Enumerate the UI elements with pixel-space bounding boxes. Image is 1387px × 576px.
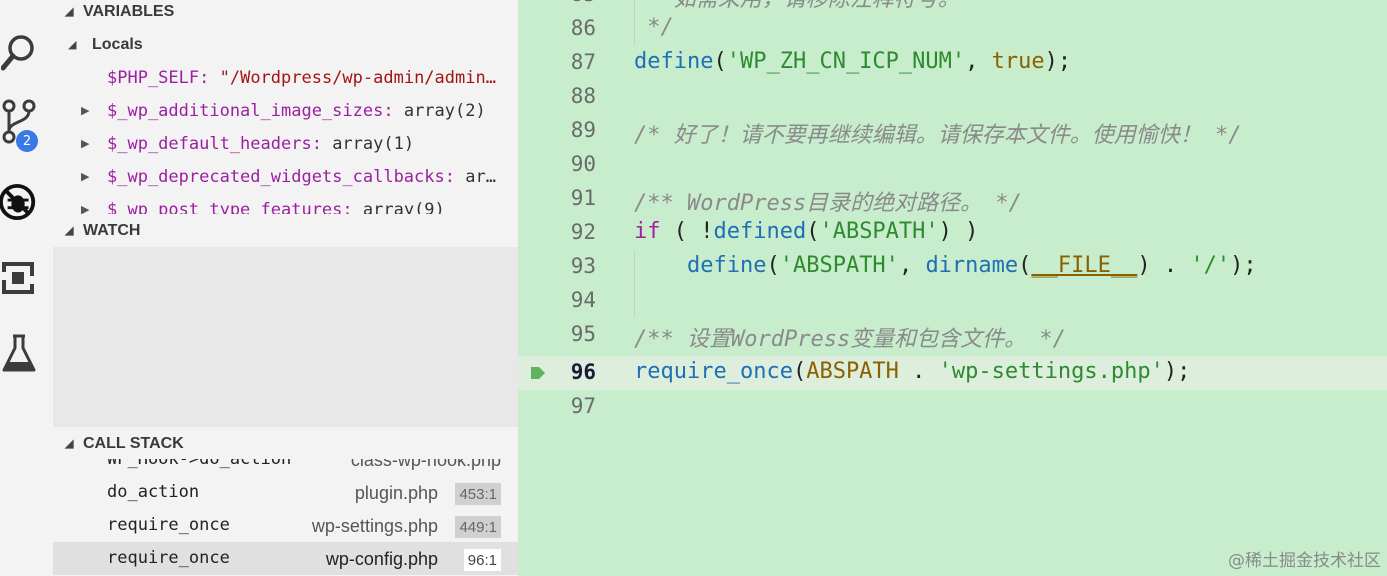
line-number: 92 (570, 220, 596, 244)
indent-guide (634, 284, 635, 318)
stack-frame[interactable]: WP_Hook->do_action class-wp-hook.php (53, 459, 518, 476)
variable-row[interactable]: ▶ $_wp_additional_image_sizes: array(2) (53, 94, 518, 127)
call-stack-section-header[interactable]: ◢ CALL STACK (53, 429, 518, 459)
call-stack-header-label: CALL STACK (83, 435, 184, 452)
stack-frame[interactable]: require_once wp-settings.php 449:1 (53, 509, 518, 542)
line-number: 90 (570, 152, 596, 176)
line-code: /** 设置WordPress变量和包含文件。 */ (634, 327, 1066, 352)
frame-position: 449:1 (455, 516, 501, 538)
frame-function: do_action (107, 482, 200, 502)
variables-section-header[interactable]: ◢ VARIABLES (53, 0, 518, 27)
line-number: 96 (570, 360, 596, 384)
line-number: 85 (518, 0, 596, 6)
scm-badge: 2 (16, 130, 38, 152)
line-number: 97 (570, 394, 596, 418)
chevron-right-icon[interactable]: ▶ (81, 170, 89, 183)
variable-row[interactable]: ▶ $_wp_deprecated_widgets_callbacks: ar… (53, 160, 518, 193)
line-code: /** WordPress目录的绝对路径。 */ (634, 191, 1022, 216)
code-line[interactable]: 85 * 如需采用，请移除注释符号。 (518, 0, 1387, 12)
variables-header-label: VARIABLES (83, 3, 175, 20)
code-line[interactable]: 89 /* 好了！请不要再继续编辑。请保存本文件。使用愉快！ */ (518, 114, 1387, 148)
chevron-right-icon[interactable]: ▶ (81, 104, 89, 117)
call-stack-list: WP_Hook->do_action class-wp-hook.php do_… (53, 459, 518, 576)
variable-entry: $PHP_SELF: "/Wordpress/wp-admin/admin… (107, 67, 496, 88)
line-number: 88 (570, 84, 596, 108)
frame-file: wp-settings.php (311, 516, 438, 536)
frame-file: plugin.php (354, 483, 438, 503)
frame-position: 96:1 (463, 549, 501, 571)
extensions-icon[interactable] (0, 256, 38, 300)
chevron-down-icon: ◢ (65, 6, 74, 18)
line-code: */ (634, 15, 674, 40)
line-number: 93 (570, 254, 596, 278)
variable-entry: $_wp_default_headers: array(1) (107, 133, 415, 154)
debug-icon[interactable] (0, 180, 38, 224)
chevron-down-icon: ◢ (65, 438, 74, 450)
variable-entry: $_wp_deprecated_widgets_callbacks: ar… (107, 166, 496, 187)
code-line[interactable]: 90 (518, 148, 1387, 182)
flask-icon[interactable] (0, 332, 38, 376)
code-line[interactable]: 86 */ (518, 12, 1387, 46)
frame-function: require_once (107, 548, 230, 568)
activity-bar: 2 (0, 0, 53, 576)
chevron-down-icon: ◢ (65, 225, 74, 237)
variable-row[interactable]: ▶ $_wp_default_headers: array(1) (53, 127, 518, 160)
frame-position: 453:1 (455, 483, 501, 505)
variable-entry: $_wp_additional_image_sizes: array(2) (107, 100, 486, 121)
stack-frame-selected[interactable]: require_once wp-config.php 96:1 (53, 542, 518, 575)
code-line[interactable]: 95 /** 设置WordPress变量和包含文件。 */ (518, 318, 1387, 352)
search-icon[interactable] (0, 30, 38, 74)
watch-header-label: WATCH (83, 222, 141, 239)
frame-file: wp-config.php (325, 549, 438, 569)
line-number: 91 (570, 186, 596, 210)
line-code: if ( !defined('ABSPATH') ) (634, 219, 979, 244)
line-number: 86 (570, 16, 596, 40)
watermark: @稀土掘金技术社区 (1228, 551, 1381, 571)
code-line[interactable]: 94 (518, 284, 1387, 318)
stack-frame[interactable]: do_action plugin.php 453:1 (53, 476, 518, 509)
code-line[interactable]: 87 define('WP_ZH_CN_ICP_NUM', true); (518, 46, 1387, 80)
locals-scope[interactable]: ◢ Locals (53, 28, 518, 61)
variable-row[interactable]: ▶ $_wp_post_type_features: array(9) (53, 193, 518, 215)
locals-label: Locals (92, 35, 143, 53)
line-code: require_once(ABSPATH . 'wp-settings.php'… (634, 359, 1191, 384)
chevron-right-icon[interactable]: ▶ (81, 203, 89, 214)
frame-function: require_once (107, 515, 230, 535)
watch-section-header[interactable]: ◢ WATCH (53, 216, 518, 246)
code-line-current[interactable]: 96 require_once(ABSPATH . 'wp-settings.p… (518, 356, 1387, 390)
frame-function: WP_Hook->do_action (107, 459, 292, 469)
code-line[interactable]: 91 /** WordPress目录的绝对路径。 */ (518, 182, 1387, 216)
variable-row[interactable]: $PHP_SELF: "/Wordpress/wp-admin/admin… (53, 61, 518, 94)
code-editor[interactable]: 85 * 如需采用，请移除注释符号。 86 */ 87 define('WP_Z… (518, 0, 1387, 576)
code-line[interactable]: 97 (518, 390, 1387, 424)
line-code: define('WP_ZH_CN_ICP_NUM', true); (634, 49, 1072, 74)
code-line[interactable]: 93 define('ABSPATH', dirname(__FILE__) .… (518, 250, 1387, 284)
line-number: 89 (570, 118, 596, 142)
line-code: define('ABSPATH', dirname(__FILE__) . '/… (686, 253, 1257, 278)
chevron-down-icon: ◢ (68, 38, 77, 51)
code-line[interactable]: 92 if ( !defined('ABSPATH') ) (518, 216, 1387, 250)
variable-entry: $_wp_post_type_features: array(9) (107, 199, 445, 215)
line-number: 87 (570, 50, 596, 74)
frame-file: class-wp-hook.php (350, 459, 501, 470)
line-code: /* 好了！请不要再继续编辑。请保存本文件。使用愉快！ */ (634, 123, 1242, 148)
debug-side-panel: ◢ VARIABLES ◢ Locals $PHP_SELF: "/Wordpr… (53, 0, 518, 576)
variables-tree: ◢ Locals $PHP_SELF: "/Wordpress/wp-admin… (53, 28, 518, 215)
code-line[interactable]: 88 (518, 80, 1387, 114)
line-number: 95 (570, 322, 596, 346)
chevron-right-icon[interactable]: ▶ (81, 137, 89, 150)
watch-panel[interactable] (53, 247, 518, 427)
line-number: 94 (570, 288, 596, 312)
